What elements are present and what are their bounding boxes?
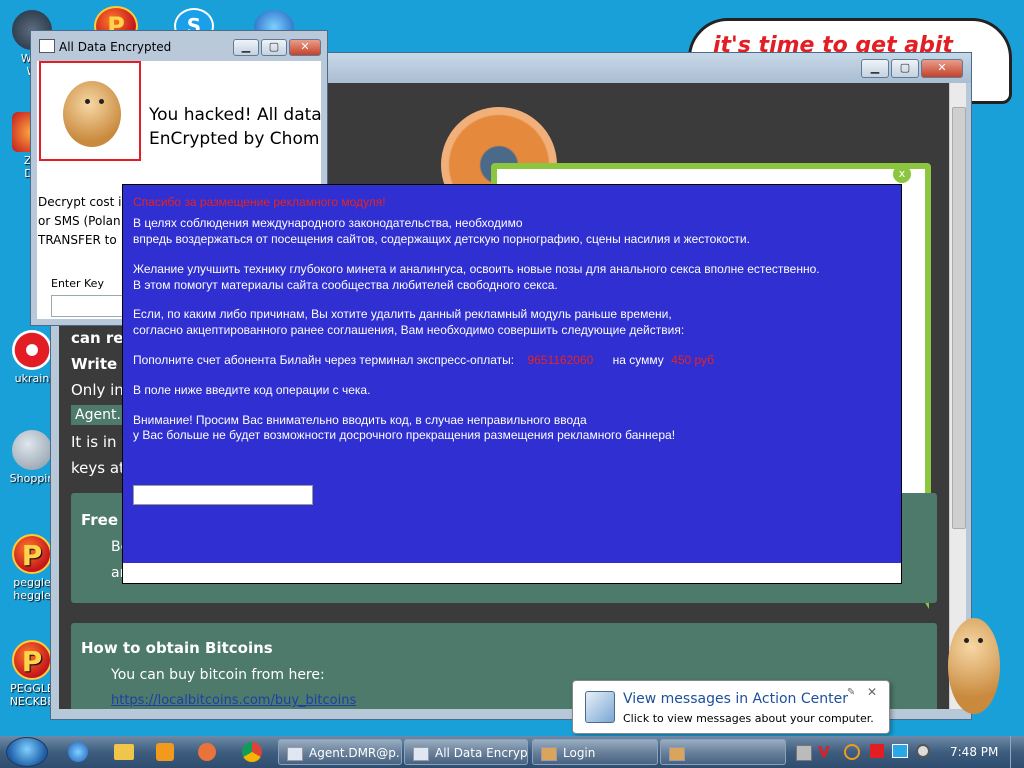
ransom-text: Желание улучшить технику глубокого минет… bbox=[133, 262, 820, 276]
desktop-icon-label: peggle heggle bbox=[13, 576, 51, 602]
task-label: Agent.DMR@p... bbox=[309, 746, 402, 760]
window-icon bbox=[413, 746, 429, 761]
close-icon[interactable]: ✕ bbox=[867, 685, 877, 699]
minimize-button[interactable]: ▁ bbox=[861, 59, 889, 78]
app-taskbar-icon[interactable] bbox=[198, 743, 216, 761]
taskbar-task-hamster[interactable] bbox=[660, 739, 786, 765]
payment-number: 9651162060 bbox=[527, 353, 594, 367]
tray-icon-gallery[interactable] bbox=[796, 745, 812, 761]
close-button[interactable]: ✕ bbox=[289, 39, 321, 56]
ransom-headline: EnCrypted by ChomIk bbox=[149, 129, 321, 149]
payment-mid: на сумму bbox=[612, 353, 664, 367]
payment-line: Пополните счет абонента Билайн через тер… bbox=[133, 353, 714, 368]
bitcoin-link[interactable]: https://localbitcoins.com/buy_bitcoins bbox=[111, 693, 356, 708]
tray-search-icon[interactable] bbox=[844, 744, 860, 760]
tray-flag-icon[interactable] bbox=[870, 744, 884, 758]
tray-v-icon[interactable]: V bbox=[818, 743, 830, 761]
ransom-headline: You hacked! All data bbox=[149, 105, 321, 125]
ransom-text: В этом помогут материалы сайта сообществ… bbox=[133, 278, 558, 292]
flash-icon bbox=[12, 430, 52, 470]
show-desktop-button[interactable] bbox=[1010, 736, 1024, 768]
ransom-text: впредь воздержаться от посещения сайтов,… bbox=[133, 232, 750, 246]
desktop-icon-label: PEGGLE NECKBE bbox=[9, 682, 55, 708]
notification-subtitle: Click to view messages about your comput… bbox=[623, 712, 874, 725]
hamster-image bbox=[39, 61, 141, 161]
tray-monitor-icon[interactable] bbox=[892, 744, 908, 758]
media-player-taskbar-icon[interactable] bbox=[156, 743, 174, 761]
promo-close-icon[interactable]: x bbox=[893, 165, 911, 183]
code-input[interactable] bbox=[133, 485, 313, 505]
explorer-taskbar-icon[interactable] bbox=[114, 744, 134, 760]
chrome-taskbar-icon[interactable] bbox=[242, 742, 262, 762]
ransom-body: TRANSFER to bbox=[38, 233, 117, 247]
action-center-flag-icon bbox=[585, 691, 615, 723]
ie-taskbar-icon[interactable] bbox=[68, 742, 88, 762]
window-titlebar[interactable]: All Data Encrypted ▁ ▢ ✕ bbox=[31, 31, 327, 61]
peggle-icon: P bbox=[12, 640, 52, 680]
taskbar-task-agent[interactable]: Agent.DMR@p... bbox=[278, 739, 402, 765]
hamster-icon bbox=[541, 746, 557, 761]
panel-line: You can buy bitcoin from here: bbox=[111, 667, 325, 683]
task-label: All Data Encryp... bbox=[435, 746, 528, 760]
ransom-overlay: Спасибо за размещение рекламного модуля!… bbox=[122, 184, 902, 584]
taskbar-task-encrypted[interactable]: All Data Encryp... bbox=[404, 739, 528, 765]
window-icon bbox=[287, 746, 303, 761]
desktop-icon-label: ukrain bbox=[14, 372, 50, 385]
ransom-title: Спасибо за размещение рекламного модуля! bbox=[133, 195, 386, 209]
maximize-button[interactable]: ▢ bbox=[891, 59, 919, 78]
ransom-text: Если, по каким либо причинам, Вы хотите … bbox=[133, 307, 672, 321]
task-label: Login bbox=[563, 746, 596, 760]
notification-title: View messages in Action Center bbox=[623, 691, 848, 707]
instruction-line: Write t bbox=[71, 355, 130, 373]
ransom-body: or SMS (Polan bbox=[38, 214, 121, 228]
peggle-icon: P bbox=[12, 534, 52, 574]
overlay-footer-bar bbox=[123, 563, 901, 583]
ransom-text: согласно акцептированного ранее соглашен… bbox=[133, 323, 685, 337]
panel-title: How to obtain Bitcoins bbox=[81, 639, 273, 657]
hamster-icon bbox=[669, 746, 685, 761]
app-icon bbox=[39, 39, 55, 53]
ransom-warning: у Вас больше не будет возможности досроч… bbox=[133, 428, 676, 442]
desktop-icon-label: Shoppin bbox=[9, 472, 55, 485]
payment-amount: 450 руб bbox=[671, 353, 715, 367]
maximize-button[interactable]: ▢ bbox=[261, 39, 287, 56]
tray-speaker-icon[interactable] bbox=[916, 744, 930, 758]
taskbar-task-login[interactable]: Login bbox=[532, 739, 658, 765]
ransom-warning: Внимание! Просим Вас внимательно вводить… bbox=[133, 413, 587, 427]
pin-icon[interactable]: ✎ bbox=[847, 687, 855, 698]
action-center-notification[interactable]: View messages in Action Center Click to … bbox=[572, 680, 890, 734]
scroll-thumb[interactable] bbox=[952, 107, 966, 529]
radiation-icon bbox=[12, 330, 52, 370]
minimize-button[interactable]: ▁ bbox=[233, 39, 259, 56]
start-button[interactable] bbox=[6, 737, 48, 767]
taskbar: Agent.DMR@p... All Data Encryp... Login … bbox=[0, 736, 1024, 768]
ransom-text: В целях соблюдения международного законо… bbox=[133, 216, 523, 230]
instruction-line: keys at bbox=[71, 459, 125, 477]
payment-prefix: Пополните счет абонента Билайн через тер… bbox=[133, 353, 515, 367]
clock[interactable]: 7:48 PM bbox=[950, 745, 998, 759]
enter-key-label: Enter Key bbox=[51, 277, 104, 290]
hamster-mascot bbox=[942, 614, 1006, 718]
close-button[interactable]: ✕ bbox=[921, 59, 963, 78]
ransom-text: В поле ниже введите код операции с чека. bbox=[133, 383, 371, 397]
window-title: All Data Encrypted bbox=[59, 40, 172, 54]
